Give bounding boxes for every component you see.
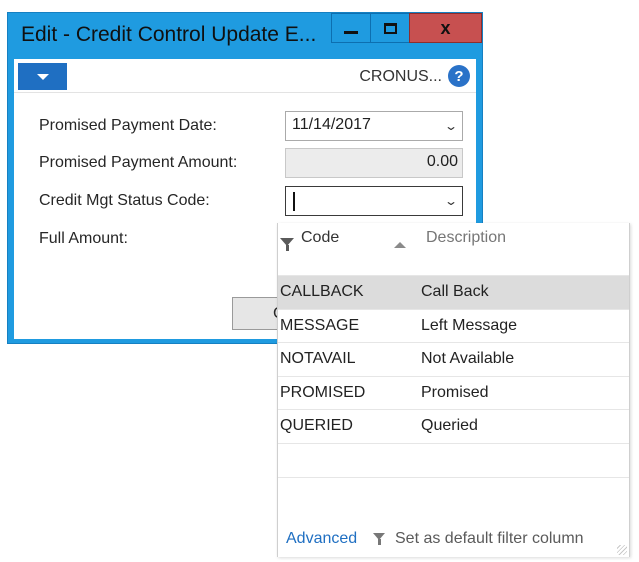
promised-payment-date-label: Promised Payment Date: [39, 117, 217, 134]
window-title: Edit - Credit Control Update E... [21, 23, 317, 46]
promised-payment-amount-value: 0.00 [426, 153, 458, 170]
lookup-row-description: Queried [421, 417, 478, 434]
lookup-footer: Advanced Set as default filter column [278, 520, 629, 557]
lookup-row[interactable]: CALLBACK Call Back [278, 275, 629, 309]
minimize-button[interactable] [331, 13, 371, 43]
advanced-link[interactable]: Advanced [286, 530, 357, 548]
filter-icon-stem [378, 539, 381, 545]
lookup-row-empty [278, 443, 629, 477]
column-header-description[interactable]: Description [426, 229, 506, 247]
lookup-row[interactable]: NOTAVAIL Not Available [278, 342, 629, 376]
company-name[interactable]: CRONUS... [359, 68, 442, 86]
lookup-row-code: NOTAVAIL [280, 350, 356, 367]
action-bar: CRONUS... ? [14, 59, 476, 93]
status-code-lookup-dropdown: Code Description CALLBACK Call Back MESS… [277, 223, 630, 557]
lookup-row[interactable]: PROMISED Promised [278, 376, 629, 410]
chevron-down-icon[interactable]: ⌄ [444, 194, 458, 208]
set-default-filter-link[interactable]: Set as default filter column [395, 530, 584, 548]
credit-mgt-status-code-field[interactable]: ⌄ [285, 186, 463, 216]
chevron-down-icon[interactable]: ⌄ [444, 119, 458, 133]
close-icon: x [440, 18, 451, 38]
close-button[interactable]: x [409, 13, 482, 43]
lookup-row-code: QUERIED [280, 417, 353, 434]
text-cursor [293, 192, 295, 211]
promised-payment-date-value: 11/14/2017 [292, 116, 371, 133]
lookup-row-description: Not Available [421, 350, 515, 367]
maximize-icon [383, 22, 397, 34]
lookup-row-empty [278, 477, 629, 511]
promised-payment-amount-label: Promised Payment Amount: [39, 154, 238, 171]
maximize-button[interactable] [370, 13, 410, 43]
column-header-code[interactable]: Code [301, 229, 339, 247]
lookup-row-description: Promised [421, 384, 489, 401]
lookup-row-code: PROMISED [280, 384, 366, 401]
caret-down-icon [36, 73, 49, 80]
lookup-row-description: Left Message [421, 317, 518, 334]
lookup-header: Code Description [278, 223, 629, 268]
lookup-row[interactable]: MESSAGE Left Message [278, 309, 629, 343]
title-bar[interactable]: Edit - Credit Control Update E... x [8, 13, 482, 57]
full-amount-label: Full Amount: [39, 230, 128, 247]
lookup-row-description: Call Back [421, 283, 489, 300]
credit-mgt-status-code-label: Credit Mgt Status Code: [39, 192, 210, 209]
help-icon[interactable]: ? [448, 65, 470, 87]
lookup-row[interactable]: QUERIED Queried [278, 409, 629, 443]
lookup-row-code: MESSAGE [280, 317, 360, 334]
filter-icon-stem [286, 245, 289, 251]
promised-payment-date-field[interactable]: 11/14/2017 ⌄ [285, 111, 463, 141]
minimize-icon [344, 30, 358, 34]
actions-menu-button[interactable] [18, 63, 67, 90]
lookup-row-code: CALLBACK [280, 283, 364, 300]
resize-grip[interactable] [617, 545, 627, 555]
promised-payment-amount-field: 0.00 [285, 148, 463, 178]
sort-ascending-icon[interactable] [394, 242, 406, 248]
